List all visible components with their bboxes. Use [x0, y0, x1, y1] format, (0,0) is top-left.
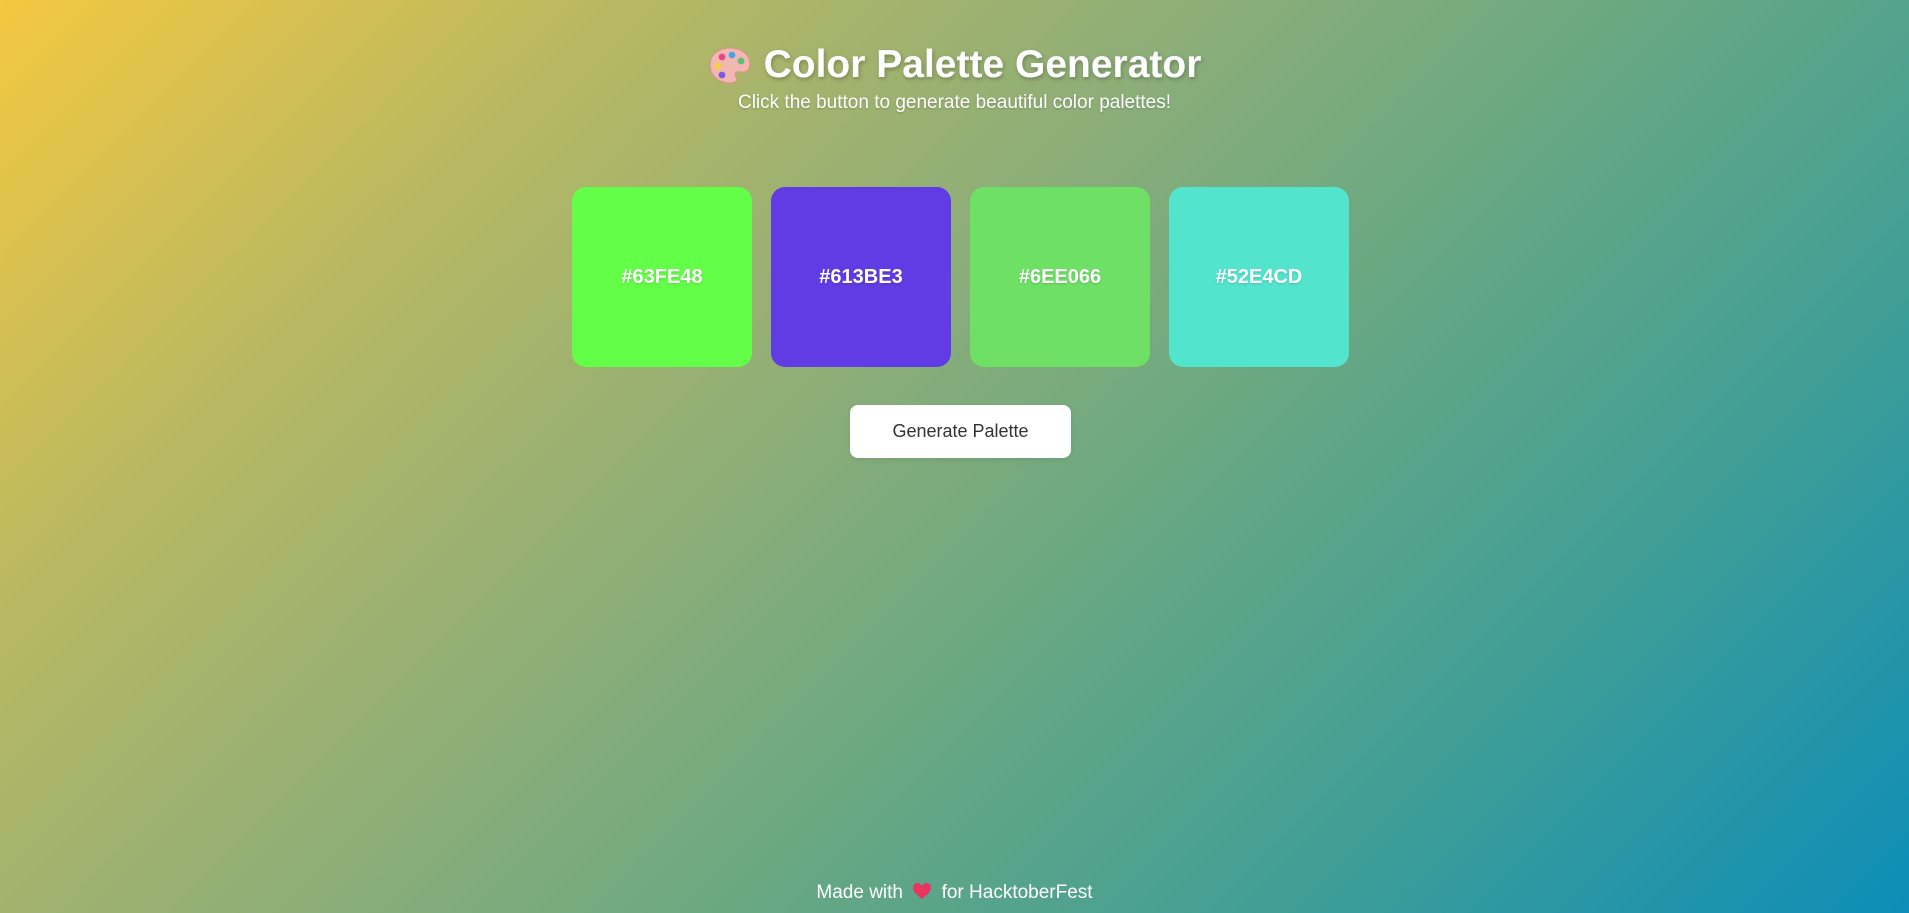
color-swatch-1[interactable]: #63FE48 [572, 187, 752, 367]
header: Color Palette Generator Click the button… [0, 40, 1909, 116]
heart-icon [913, 883, 932, 899]
footer: Made with for HacktoberFest [0, 880, 1909, 906]
palette-swatches: #63FE48 #613BE3 #6EE066 #52E4CD [572, 187, 1349, 367]
page-subtitle: Click the button to generate beautiful c… [737, 92, 1172, 113]
swatch-hex-label: #63FE48 [621, 265, 703, 288]
swatch-hex-label: #6EE066 [1018, 265, 1102, 288]
swatch-hex-label: #52E4CD [1215, 265, 1303, 288]
color-swatch-3[interactable]: #6EE066 [970, 187, 1150, 367]
footer-suffix: for HacktoberFest [941, 882, 1093, 903]
palette-icon [709, 47, 751, 84]
page-title-row: Color Palette Generator [708, 40, 1202, 90]
color-swatch-2[interactable]: #613BE3 [771, 187, 951, 367]
color-swatch-4[interactable]: #52E4CD [1169, 187, 1349, 367]
generate-palette-button[interactable]: Generate Palette [850, 405, 1071, 458]
swatch-hex-label: #613BE3 [819, 265, 903, 288]
page-title: Color Palette Generator [763, 43, 1202, 86]
footer-prefix: Made with [816, 882, 904, 903]
